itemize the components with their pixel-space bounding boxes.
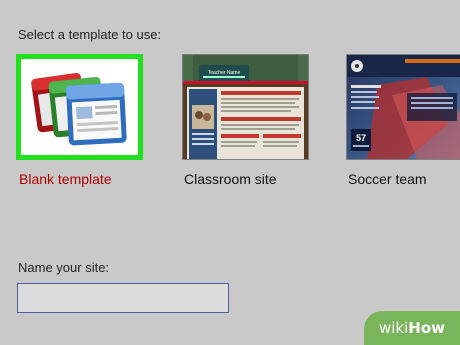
template-label[interactable]: Classroom site xyxy=(184,171,277,187)
blank-template-icon xyxy=(31,73,127,146)
template-label[interactable]: Blank template xyxy=(19,171,112,187)
watermark-how: How xyxy=(408,319,445,337)
site-name-input[interactable] xyxy=(17,283,229,313)
template-thumbnail[interactable]: 57 xyxy=(346,54,460,160)
site-name-label: Name your site: xyxy=(18,260,110,275)
wikihow-watermark: wiki How xyxy=(364,311,460,345)
template-thumbnail[interactable]: Teacher Name xyxy=(182,54,309,160)
classroom-preview-title: Teacher Name xyxy=(208,70,241,76)
template-thumbnail[interactable] xyxy=(16,54,143,160)
soccer-preview-score: 57 xyxy=(356,133,366,143)
soccer-preview-image: 57 xyxy=(347,55,460,159)
section-heading: Select a template to use: xyxy=(18,27,162,42)
classroom-preview-image: Teacher Name xyxy=(183,55,308,159)
template-label[interactable]: Soccer team xyxy=(348,171,427,187)
watermark-wiki: wiki xyxy=(378,319,409,337)
